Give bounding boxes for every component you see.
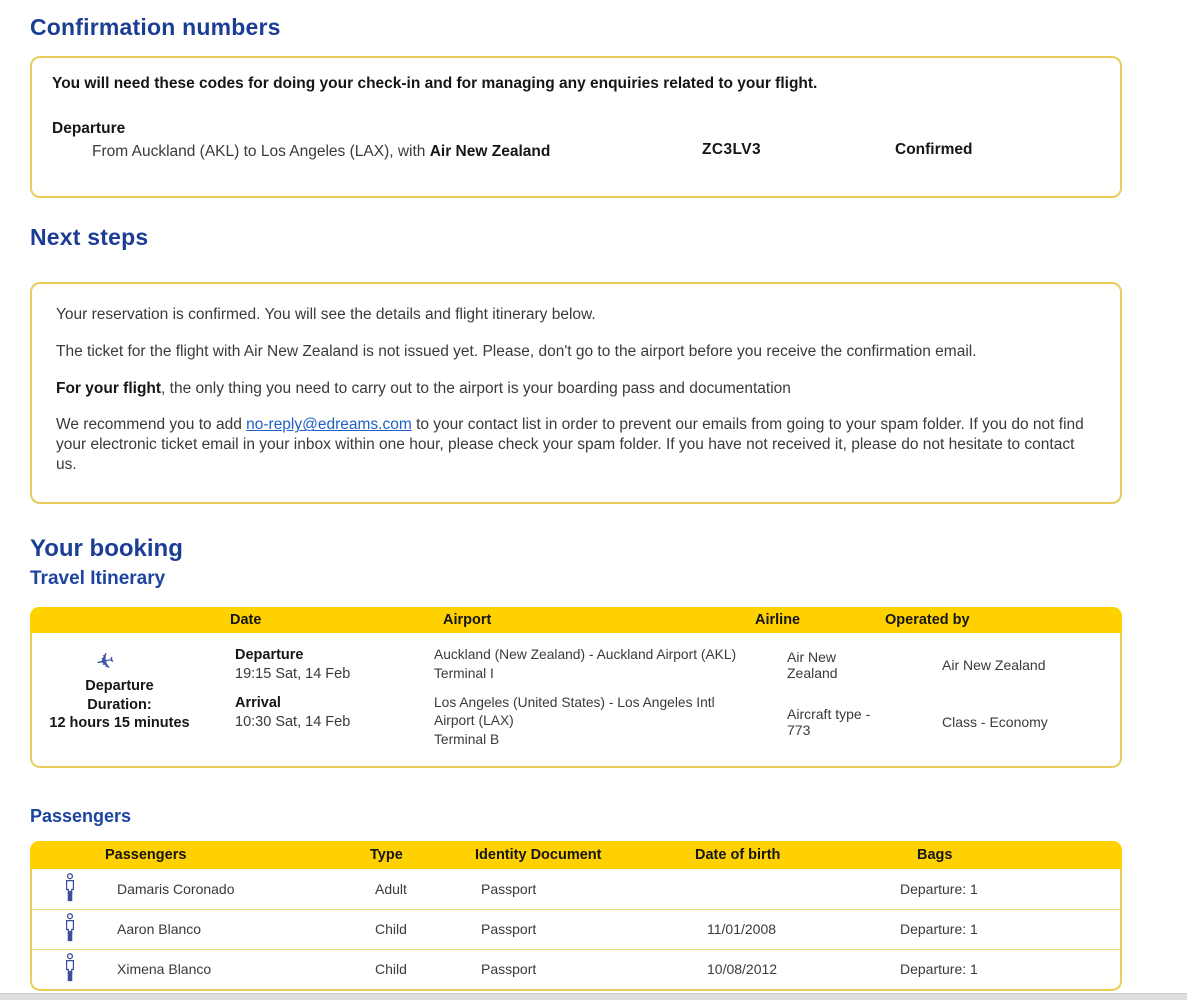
route-airline: Air New Zealand: [430, 143, 551, 160]
passenger-bags: Departure: 1: [892, 961, 1120, 977]
airline-cell: Air New Zealand: [757, 649, 887, 681]
confirmation-intro-text: You will need these codes for doing your…: [52, 75, 1100, 93]
passengers-table-header: Passengers Type Identity Document Date o…: [30, 841, 1122, 869]
cabin-class-cell: Class - Economy: [887, 714, 1120, 730]
next-steps-paragraph-2: The ticket for the flight with Air New Z…: [56, 342, 1086, 362]
passengers-header-document: Identity Document: [475, 847, 695, 863]
route-text: From Auckland (AKL) to Los Angeles (LAX)…: [92, 143, 430, 160]
next-steps-paragraph-4: We recommend you to add no-reply@edreams…: [56, 415, 1086, 474]
passenger-document: Passport: [477, 881, 697, 897]
passenger-name: Damaris Coronado: [107, 881, 372, 897]
passenger-bags: Departure: 1: [892, 921, 1120, 937]
next-steps-title: Next steps: [30, 224, 1123, 251]
departure-date-cell: Departure 19:15 Sat, 14 Feb: [207, 646, 407, 684]
passenger-name: Ximena Blanco: [107, 961, 372, 977]
confirmation-numbers-panel: You will need these codes for doing your…: [30, 56, 1122, 198]
passengers-title: Passengers: [30, 806, 1123, 827]
passengers-table-body: Damaris Coronado Adult Passport Departur…: [30, 869, 1122, 991]
next-steps-paragraph-1: Your reservation is confirmed. You will …: [56, 305, 1086, 325]
person-icon: [63, 913, 77, 942]
passenger-type: Adult: [372, 881, 477, 897]
airplane-icon: ✈: [94, 646, 118, 677]
passengers-header-bags: Bags: [890, 847, 1122, 863]
confirmation-code: ZC3LV3: [672, 141, 862, 159]
itinerary-header-airport: Airport: [405, 612, 755, 628]
passenger-dob: 10/08/2012: [697, 961, 892, 977]
passenger-document: Passport: [477, 961, 697, 977]
table-row: Ximena Blanco Child Passport 10/08/2012 …: [32, 949, 1120, 989]
table-row: Damaris Coronado Adult Passport Departur…: [32, 869, 1120, 909]
person-icon: [63, 873, 77, 902]
next-steps-paragraph-3: For your flight, the only thing you need…: [56, 379, 1086, 399]
departure-time: 19:15 Sat, 14 Feb: [235, 666, 350, 682]
segment-duration-value: 12 hours 15 minutes: [49, 715, 189, 731]
passengers-header-type: Type: [370, 847, 475, 863]
itinerary-lead-cell: ✈ Departure Duration: 12 hours 15 minute…: [32, 646, 207, 750]
operated-by-cell: Air New Zealand: [887, 657, 1120, 673]
confirmation-route: From Auckland (AKL) to Los Angeles (LAX)…: [52, 141, 672, 163]
segment-duration-label: Duration:: [87, 697, 151, 713]
passenger-dob: 11/01/2008: [697, 921, 892, 937]
departure-airport-cell: Auckland (New Zealand) - Auckland Airpor…: [407, 646, 757, 683]
passenger-bags: Departure: 1: [892, 881, 1120, 897]
confirmation-numbers-title: Confirmation numbers: [30, 14, 1123, 41]
next-steps-panel: Your reservation is confirmed. You will …: [30, 282, 1122, 504]
arrival-date-cell: Arrival 10:30 Sat, 14 Feb: [207, 694, 407, 750]
booking-confirmation-page: Confirmation numbers You will need these…: [0, 0, 1155, 991]
departure-terminal: Terminal I: [434, 666, 494, 681]
bottom-edge-strip: [0, 993, 1187, 1000]
confirmation-row: From Auckland (AKL) to Los Angeles (LAX)…: [52, 141, 1100, 163]
confirmation-status-badge: Confirmed: [862, 141, 973, 159]
passenger-name: Aaron Blanco: [107, 921, 372, 937]
aircraft-type-cell: Aircraft type - 773: [757, 706, 887, 738]
arrival-airport-cell: Los Angeles (United States) - Los Angele…: [407, 694, 757, 750]
passengers-header-name: Passengers: [105, 847, 370, 863]
arrival-time: 10:30 Sat, 14 Feb: [235, 714, 350, 730]
passenger-type: Child: [372, 961, 477, 977]
arrival-terminal: Terminal B: [434, 732, 499, 747]
passengers-table: Passengers Type Identity Document Date o…: [30, 841, 1122, 991]
itinerary-segment-row: ✈ Departure Duration: 12 hours 15 minute…: [30, 633, 1122, 768]
travel-itinerary-title: Travel Itinerary: [30, 568, 1123, 590]
itinerary-header-operated-by: Operated by: [885, 612, 1122, 628]
passenger-type: Child: [372, 921, 477, 937]
no-reply-email-link[interactable]: no-reply@edreams.com: [246, 416, 412, 433]
segment-direction-label: Departure: [85, 678, 154, 694]
passenger-document: Passport: [477, 921, 697, 937]
itinerary-header-airline: Airline: [755, 612, 885, 628]
your-booking-title: Your booking: [30, 535, 1123, 563]
table-row: Aaron Blanco Child Passport 11/01/2008 D…: [32, 909, 1120, 949]
itinerary-table: Date Airport Airline Operated by ✈ Depar…: [30, 607, 1122, 768]
passengers-header-dob: Date of birth: [695, 847, 890, 863]
confirmation-direction-label: Departure: [52, 120, 1100, 138]
person-icon: [63, 953, 77, 982]
itinerary-table-header: Date Airport Airline Operated by: [30, 607, 1122, 633]
itinerary-header-date: Date: [205, 612, 405, 628]
